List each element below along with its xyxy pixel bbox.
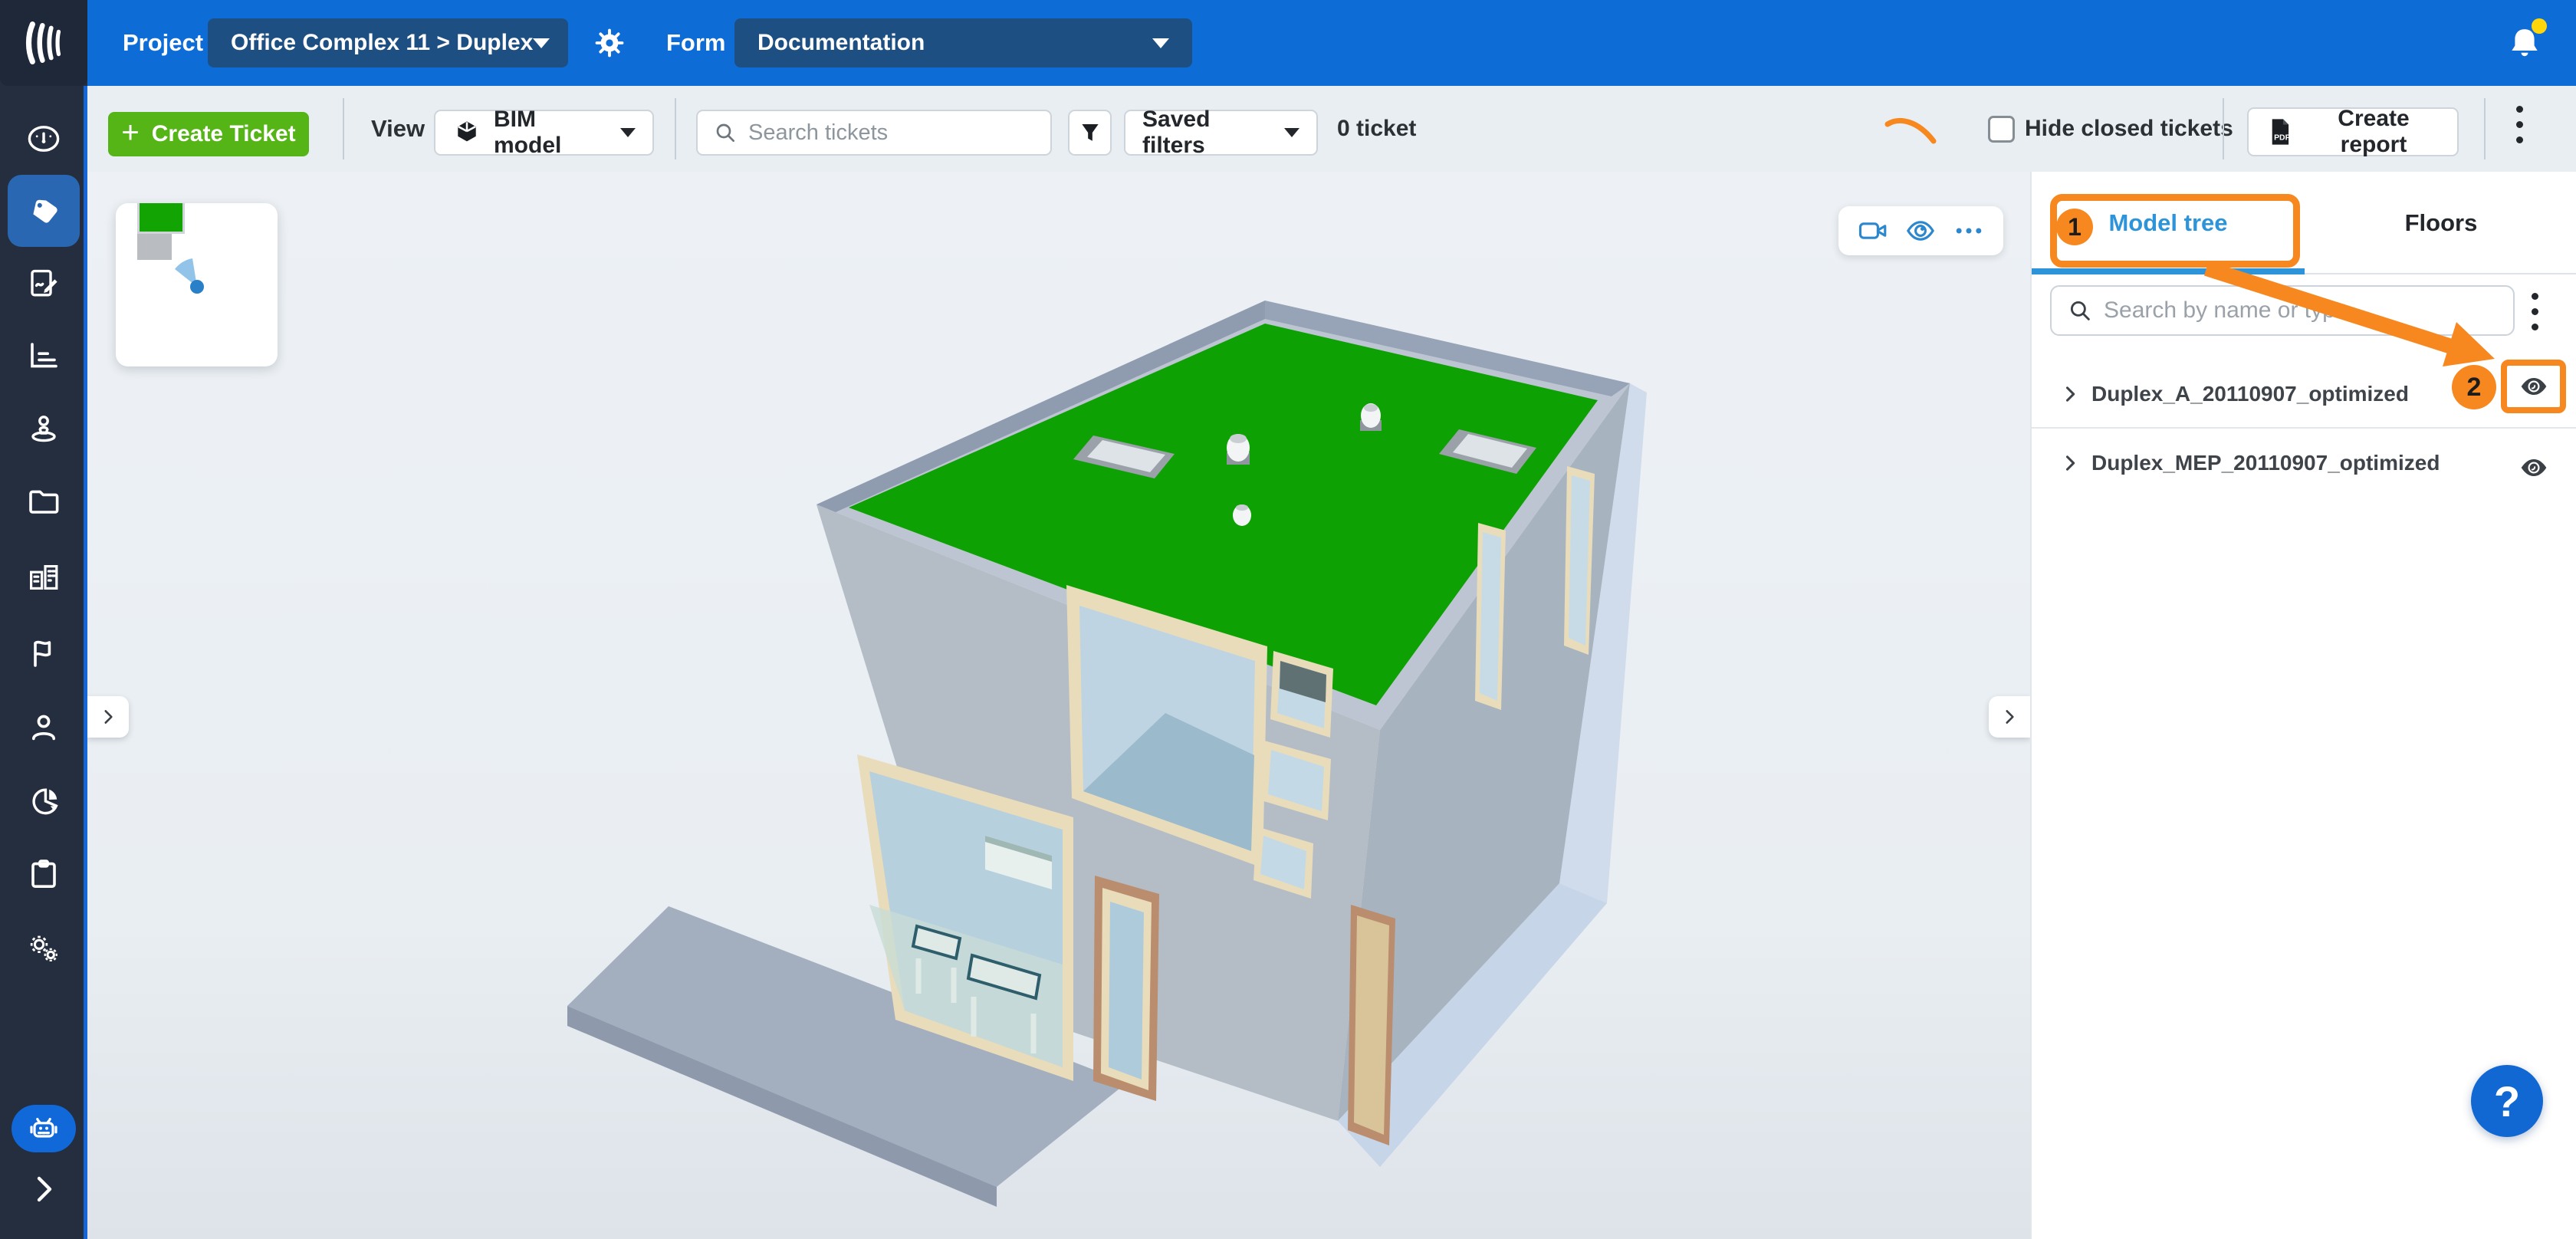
search-icon: [2067, 297, 2093, 324]
chevron-down-icon: [533, 38, 550, 48]
sheet-markup-icon[interactable]: [0, 265, 87, 302]
create-report-button[interactable]: PDF Create report: [2247, 107, 2459, 156]
chevron-right-icon: [98, 707, 118, 727]
visibility-toggle-duplex-mep[interactable]: [2514, 452, 2554, 483]
app-logo[interactable]: [0, 0, 87, 86]
view-mode-dropdown[interactable]: BIM model: [434, 110, 654, 156]
visibility-eye-icon[interactable]: [1904, 214, 1937, 248]
project-dropdown[interactable]: Office Complex 11 > Duplex: [208, 18, 568, 67]
pdf-badge: PDF: [2274, 133, 2290, 142]
chevron-expand-icon[interactable]: [2059, 452, 2081, 474]
filter-button[interactable]: [1068, 110, 1112, 156]
model-tree-panel: Model tree Floors Duplex_A_20110907_opti…: [2030, 172, 2576, 1239]
divider: [2032, 427, 2576, 429]
view-mode-value: BIM model: [494, 107, 593, 159]
notifications-bell-icon[interactable]: [2504, 23, 2545, 68]
tree-row-duplex-a[interactable]: Duplex_A_20110907_optimized: [2032, 360, 2576, 428]
divider: [343, 98, 344, 159]
robot-assistant-icon[interactable]: [0, 1110, 87, 1147]
hide-closed-label: Hide closed tickets: [2025, 86, 2233, 172]
location-person-icon[interactable]: [0, 410, 87, 447]
buildings-icon[interactable]: [0, 559, 87, 596]
settings-gear-icon[interactable]: [592, 25, 627, 64]
panel-tabs: Model tree Floors: [2032, 172, 2576, 274]
funnel-icon: [1077, 120, 1103, 146]
model-search-input[interactable]: [2104, 297, 2498, 324]
create-report-label: Create report: [2307, 106, 2440, 158]
create-ticket-button[interactable]: + Create Ticket: [108, 112, 309, 156]
pdf-file-icon: PDF: [2266, 116, 2295, 148]
visibility-toggle-duplex-a[interactable]: [2514, 371, 2554, 402]
chevron-right-icon: [1999, 707, 2019, 727]
project-label: Project: [123, 29, 203, 57]
view-label: View: [371, 86, 425, 172]
divider: [2223, 98, 2224, 159]
cube-icon: [452, 118, 481, 147]
model-search: [2050, 285, 2515, 336]
project-dropdown-value: Office Complex 11 > Duplex: [231, 30, 533, 56]
levels-icon[interactable]: [0, 337, 87, 374]
gears-icon[interactable]: [0, 930, 87, 967]
tree-item-label: Duplex_MEP_20110907_optimized: [2091, 451, 2440, 475]
kebab-menu-icon[interactable]: [2516, 106, 2523, 143]
plus-icon: +: [121, 117, 139, 148]
active-tab-underline: [2032, 268, 2305, 274]
ticket-search-input[interactable]: [748, 120, 1035, 146]
right-panel-expand-tab[interactable]: [1989, 696, 2030, 738]
tab-divider: [2305, 273, 2576, 274]
flag-icon[interactable]: [0, 635, 87, 672]
tickets-toolbar: + Create Ticket View BIM model Saved fil…: [87, 86, 2576, 172]
chevron-down-icon: [620, 128, 636, 137]
top-bar: Project Office Complex 11 > Duplex Form …: [0, 0, 2576, 86]
annotation-curl: [1878, 107, 1947, 153]
folder-icon[interactable]: [0, 482, 87, 519]
sidebar-expand-chevron-icon[interactable]: [0, 1171, 87, 1208]
notification-dot: [2532, 18, 2547, 34]
ticket-search: [696, 110, 1052, 156]
clipboard-icon[interactable]: [0, 856, 87, 893]
left-panel-expand-tab[interactable]: [87, 696, 129, 738]
ticket-count: 0 ticket: [1337, 86, 1416, 172]
search-icon: [713, 120, 738, 145]
tab-model-tree[interactable]: Model tree: [2032, 172, 2305, 274]
chevron-expand-icon[interactable]: [2059, 383, 2081, 405]
divider: [2484, 98, 2486, 159]
saved-filters-dropdown[interactable]: Saved filters: [1124, 110, 1318, 156]
bim-3d-viewport[interactable]: [87, 172, 2030, 1239]
minimap[interactable]: [116, 203, 278, 366]
tab-floors[interactable]: Floors: [2305, 172, 2576, 274]
hide-closed-checkbox[interactable]: [1988, 116, 2015, 143]
tree-row-duplex-mep[interactable]: Duplex_MEP_20110907_optimized: [2032, 429, 2576, 497]
tree-item-label: Duplex_A_20110907_optimized: [2091, 382, 2409, 406]
form-dropdown-value: Documentation: [757, 30, 925, 56]
kebab-menu-icon[interactable]: [2532, 293, 2538, 330]
form-dropdown[interactable]: Documentation: [734, 18, 1192, 67]
divider: [675, 98, 676, 159]
tickets-tag-icon[interactable]: [0, 193, 87, 230]
camera-icon[interactable]: [1856, 214, 1890, 248]
form-label: Form: [666, 29, 726, 57]
minimap-camera: [116, 203, 278, 366]
ellipsis-icon[interactable]: [1952, 214, 1986, 248]
pie-chart-icon[interactable]: [0, 783, 87, 820]
person-icon[interactable]: [0, 709, 87, 746]
create-ticket-label: Create Ticket: [152, 121, 296, 147]
app-sidebar: [0, 0, 87, 1239]
help-button[interactable]: ?: [2471, 1065, 2543, 1137]
chevron-down-icon: [1284, 128, 1300, 137]
model-front-door: [1093, 876, 1159, 1101]
saved-filters-label: Saved filters: [1142, 107, 1257, 159]
chevron-down-icon: [1152, 38, 1169, 48]
viewpoint-toolbar: [1838, 206, 2003, 255]
dashboard-gauge-icon[interactable]: [0, 120, 87, 157]
bim-model-3d-view: [87, 172, 2030, 1239]
